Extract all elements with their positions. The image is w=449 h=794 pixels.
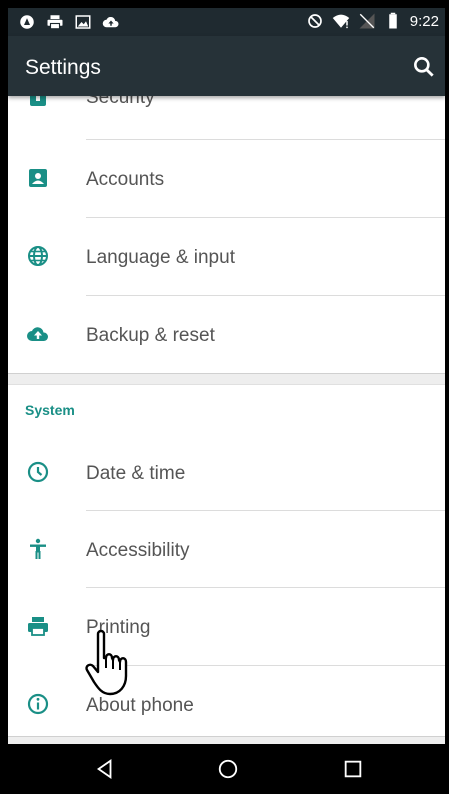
device-frame-top <box>0 0 449 8</box>
wifi-icon <box>332 14 350 29</box>
no-sim-icon <box>359 13 375 29</box>
printer-icon <box>28 617 48 636</box>
battery-icon <box>389 12 397 29</box>
settings-item-label: Security <box>86 96 155 108</box>
info-icon <box>27 693 49 715</box>
settings-item-language[interactable]: Language & input <box>8 218 445 295</box>
section-separator <box>8 736 445 744</box>
cloud-upload-icon <box>102 16 119 28</box>
settings-item-label: Accessibility <box>86 540 190 561</box>
settings-item-accessibility[interactable]: Accessibility <box>8 511 445 588</box>
notification-icons <box>18 13 120 31</box>
print-notification-icon <box>47 15 63 30</box>
accounts-icon <box>29 169 47 187</box>
settings-item-security[interactable]: Security <box>8 96 445 135</box>
device-frame-right <box>445 0 449 794</box>
back-icon[interactable] <box>94 758 116 780</box>
navigation-bar <box>8 744 445 794</box>
device-frame-left <box>0 0 8 794</box>
settings-list[interactable]: Security Accounts Language & input Backu… <box>8 96 445 744</box>
image-notification-icon <box>75 15 91 29</box>
hand-pointer-cursor-icon <box>85 629 128 696</box>
globe-icon <box>28 246 48 266</box>
settings-item-label: Accounts <box>86 169 165 190</box>
clock-icon <box>27 461 49 483</box>
page-title: Settings <box>25 56 101 79</box>
section-separator <box>8 373 445 385</box>
settings-item-label: Backup & reset <box>86 325 215 346</box>
system-status-icons: 9:22 <box>306 12 439 30</box>
settings-item-label: Date & time <box>86 463 186 484</box>
settings-item-backup[interactable]: Backup & reset <box>8 296 445 373</box>
recents-icon[interactable] <box>342 758 364 780</box>
cloud-upload-icon <box>27 327 49 341</box>
settings-item-label: Language & input <box>86 247 235 268</box>
settings-item-label: About phone <box>86 695 194 716</box>
app-notification-icon <box>20 15 34 29</box>
home-icon[interactable] <box>217 758 239 780</box>
phone-screen: 9:22 Settings Security Accounts Language… <box>8 8 445 794</box>
security-icon <box>30 96 46 106</box>
status-bar: 9:22 <box>8 8 445 36</box>
search-icon[interactable] <box>411 54 437 80</box>
settings-item-date-time[interactable]: Date & time <box>8 434 445 511</box>
settings-item-accounts[interactable]: Accounts <box>8 140 445 217</box>
section-header-system: System <box>25 402 75 418</box>
settings-item-printing[interactable]: Printing <box>8 588 445 665</box>
clock-time: 9:22 <box>409 12 439 30</box>
do-not-disturb-icon <box>307 14 322 28</box>
accessibility-icon <box>30 538 46 559</box>
settings-item-about-phone[interactable]: About phone <box>8 666 445 743</box>
app-bar: Settings <box>8 36 445 96</box>
